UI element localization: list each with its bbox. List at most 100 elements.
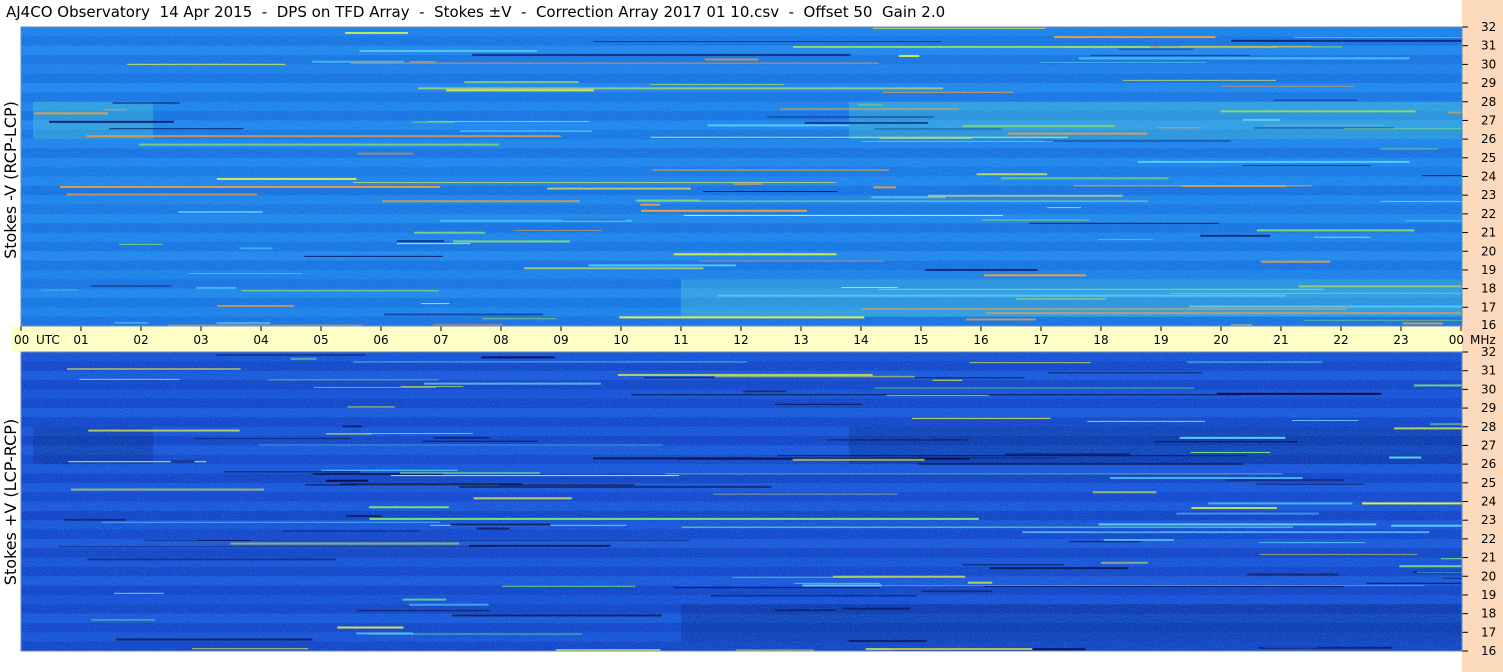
rfi-streak: [239, 247, 273, 250]
rfi-streak: [1039, 61, 1207, 63]
x-tick-label: 15: [913, 333, 928, 347]
rfi-streak: [321, 469, 458, 471]
rfi-streak: [34, 112, 109, 115]
rfi-streak: [650, 136, 1068, 138]
x-tick-label: 04: [253, 333, 268, 347]
y-tick-label: 23: [1481, 513, 1496, 527]
y-tick-label: 29: [1481, 76, 1496, 90]
rfi-streak: [989, 567, 1129, 570]
rfi-streak: [673, 253, 837, 256]
rfi-streak: [342, 425, 363, 428]
x-tick-label: 14: [853, 333, 868, 347]
y-tick-label: 19: [1481, 263, 1496, 277]
rfi-streak: [523, 267, 704, 270]
rfi-streak: [710, 595, 917, 597]
rfi-streak: [459, 485, 772, 488]
rfi-streak: [91, 619, 156, 621]
rfi-streak: [216, 177, 357, 180]
y-tick-label: 16: [1481, 318, 1496, 332]
rfi-streak: [116, 638, 313, 641]
rfi-streak: [1362, 502, 1462, 505]
rfi-streak: [326, 479, 369, 482]
rfi-streak: [241, 290, 439, 292]
x-tick-label: 17: [1033, 333, 1048, 347]
rfi-streak: [337, 626, 404, 629]
rfi-streak: [775, 609, 836, 611]
rfi-streak: [717, 294, 1286, 297]
rfi-streak: [732, 576, 885, 578]
rfi-streak: [652, 169, 890, 172]
rfi-streak: [1078, 57, 1410, 60]
rfi-streak: [400, 471, 540, 474]
rfi-streak: [215, 354, 366, 356]
y-tick-label: 32: [1481, 20, 1496, 34]
x-tick-label: 23: [1393, 333, 1408, 347]
rfi-streak: [1189, 305, 1462, 308]
y-tick-label: 18: [1481, 282, 1496, 296]
x-tick-label: 10: [613, 333, 628, 347]
rfi-streak: [635, 199, 701, 202]
y-tick-label: 28: [1481, 420, 1496, 434]
y-tick-label: 27: [1481, 113, 1496, 127]
rfi-streak: [418, 87, 944, 90]
rfi-streak: [1366, 582, 1462, 584]
rfi-streak: [1008, 132, 1148, 135]
rfi-streak: [397, 243, 471, 245]
rfi-streak: [874, 128, 1003, 130]
rfi-streak: [1181, 185, 1287, 188]
noise-texture: [21, 27, 1462, 326]
rfi-streak: [1430, 423, 1462, 426]
rfi-streak: [983, 274, 1086, 277]
rfi-streak: [87, 558, 336, 561]
rfi-streak: [825, 585, 1425, 587]
rfi-streak: [842, 607, 911, 610]
rfi-streak: [423, 440, 538, 442]
rfi-streak: [593, 41, 941, 43]
rfi-streak: [1098, 523, 1377, 526]
top-spectrogram-panel: [21, 27, 1462, 326]
rfi-streak: [638, 200, 1149, 202]
rfi-streak: [1303, 319, 1462, 321]
rfi-streak: [70, 488, 265, 491]
rfi-streak: [925, 268, 1038, 271]
rfi-streak: [640, 209, 807, 212]
rfi-streak: [1179, 436, 1286, 439]
rfi-streak: [216, 322, 271, 325]
y-tick-label: 22: [1481, 207, 1496, 221]
rfi-streak: [192, 648, 309, 650]
rfi-streak: [446, 89, 594, 92]
rfi-streak: [196, 286, 237, 289]
rfi-streak: [464, 81, 579, 84]
rfi-streak: [103, 109, 126, 111]
rfi-streak: [865, 648, 1033, 651]
rfi-streak: [1098, 239, 1154, 241]
x-tick-label: 05: [313, 333, 328, 347]
y-tick-label: 29: [1481, 401, 1496, 415]
rfi-streak: [1391, 524, 1462, 527]
rfi-streak: [918, 462, 1243, 465]
rfi-streak: [792, 458, 925, 461]
rfi-streak: [878, 288, 1324, 290]
rfi-streak: [412, 121, 455, 123]
rfi-streak: [665, 473, 1283, 475]
x-tick-label: 09: [553, 333, 568, 347]
rfi-streak: [1170, 292, 1462, 294]
y-tick-label: 25: [1481, 151, 1496, 165]
rfi-streak: [932, 379, 963, 381]
rfi-streak: [1157, 127, 1200, 129]
rfi-streak: [476, 527, 510, 530]
y-tick-label: 23: [1481, 188, 1496, 202]
rfi-streak: [224, 471, 361, 473]
rfi-streak: [382, 200, 580, 203]
rfi-streak: [384, 313, 543, 316]
y-tick-label: 24: [1481, 170, 1496, 184]
rfi-streak: [282, 530, 419, 532]
rfi-streak: [1231, 39, 1462, 42]
rfi-streak: [356, 610, 491, 612]
rfi-streak: [472, 53, 851, 56]
rfi-streak: [1394, 427, 1462, 430]
rfi-streak: [79, 378, 180, 380]
rfi-streak: [356, 632, 414, 635]
y-tick-label: 21: [1481, 226, 1496, 240]
x-tick-label: 21: [1273, 333, 1288, 347]
